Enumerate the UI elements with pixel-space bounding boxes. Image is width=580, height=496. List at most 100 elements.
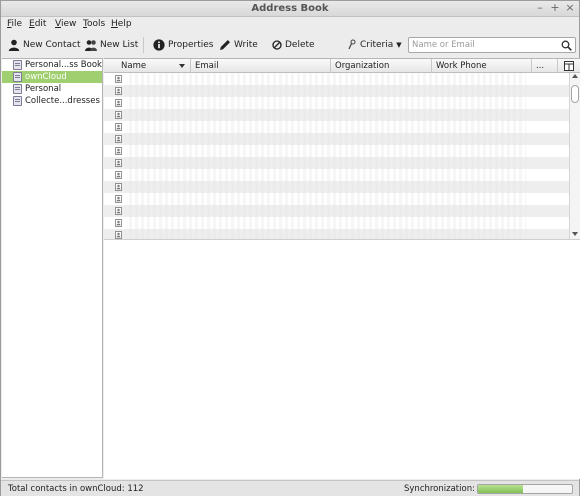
properties-label: Properties <box>168 40 214 50</box>
redacted-row-content <box>126 85 526 97</box>
table-row[interactable] <box>104 85 569 97</box>
search-input[interactable] <box>412 39 557 51</box>
table-row[interactable] <box>104 97 569 109</box>
scrollbar-thumb[interactable] <box>571 85 579 103</box>
chevron-down-icon: ▼ <box>396 41 402 49</box>
contact-icon <box>8 39 20 51</box>
new-list-label: New List <box>100 40 139 50</box>
card-icon <box>115 75 122 83</box>
table-row[interactable] <box>104 157 569 169</box>
address-book-icon <box>13 84 22 94</box>
address-book-icon <box>13 60 22 70</box>
total-contacts-status: Total contacts in ownCloud: 112 <box>8 484 144 494</box>
redacted-row-content <box>126 109 526 121</box>
column-divider[interactable] <box>190 59 191 73</box>
search-box[interactable] <box>408 37 576 53</box>
status-bar: Total contacts in ownCloud: 112 Synchron… <box>1 480 579 496</box>
table-row[interactable] <box>104 145 569 157</box>
column-header-email[interactable]: Email <box>195 61 219 71</box>
redacted-row-content <box>126 73 526 85</box>
column-picker-icon[interactable] <box>564 61 574 71</box>
column-divider[interactable] <box>531 59 532 73</box>
delete-button[interactable]: Delete <box>272 38 315 52</box>
column-divider <box>557 59 558 73</box>
card-icon <box>115 159 122 167</box>
menu-file[interactable]: File <box>7 19 22 29</box>
redacted-row-content <box>126 181 526 193</box>
table-row[interactable] <box>104 229 569 239</box>
column-header-more[interactable]: ... <box>536 61 544 71</box>
toolbar-separator <box>143 37 144 53</box>
title-bar: Address Book – + × <box>1 1 579 17</box>
table-row[interactable] <box>104 109 569 121</box>
table-row[interactable] <box>104 169 569 181</box>
new-contact-button[interactable]: New Contact <box>8 38 81 52</box>
card-icon <box>115 111 122 119</box>
menu-help[interactable]: Help <box>111 19 132 29</box>
new-list-button[interactable]: New List <box>85 38 138 52</box>
pencil-icon <box>219 39 231 51</box>
table-row[interactable] <box>104 205 569 217</box>
write-label: Write <box>234 40 258 50</box>
table-row[interactable] <box>104 193 569 205</box>
contacts-rows <box>104 73 569 239</box>
redacted-row-content <box>126 133 526 145</box>
close-button[interactable]: × <box>564 2 576 14</box>
address-book-window: Address Book – + × File Edit View Tools … <box>0 0 580 496</box>
card-icon <box>115 183 122 191</box>
address-book-icon <box>13 96 22 106</box>
address-book-label: Collecte...dresses <box>25 96 100 106</box>
card-icon <box>115 231 122 239</box>
minimize-button[interactable]: – <box>534 2 546 14</box>
menu-edit[interactable]: Edit <box>29 19 46 29</box>
criteria-dropdown[interactable]: Criteria ▼ <box>347 38 402 52</box>
address-book-label: Personal <box>25 84 62 94</box>
table-row[interactable] <box>104 133 569 145</box>
redacted-row-content <box>126 97 526 109</box>
table-row[interactable] <box>104 217 569 229</box>
redacted-row-content <box>126 193 526 205</box>
criteria-label: Criteria <box>360 40 394 50</box>
column-header-work-phone[interactable]: Work Phone <box>436 61 487 71</box>
sort-descending-icon <box>179 64 185 68</box>
redacted-row-content <box>126 121 526 133</box>
new-contact-label: New Contact <box>23 40 81 50</box>
column-divider[interactable] <box>330 59 331 73</box>
criteria-icon <box>347 39 357 51</box>
address-book-owncloud[interactable]: ownCloud <box>2 71 102 83</box>
list-icon <box>85 39 97 51</box>
table-row[interactable] <box>104 121 569 133</box>
scroll-up-arrow-icon[interactable] <box>572 74 578 78</box>
delete-label: Delete <box>285 40 315 50</box>
maximize-button[interactable]: + <box>549 2 561 14</box>
table-header: Name Email Organization Work Phone ... <box>104 59 580 73</box>
write-button[interactable]: Write <box>219 38 258 52</box>
address-book-personal-address-book[interactable]: Personal...ss Book <box>2 59 102 71</box>
redacted-row-content <box>126 145 526 157</box>
sync-progress-bar <box>477 484 573 494</box>
menu-view[interactable]: View <box>55 19 76 29</box>
menu-bar: File Edit View Tools Help <box>1 17 579 33</box>
table-row[interactable] <box>104 73 569 85</box>
redacted-row-content <box>126 217 526 229</box>
address-book-label: Personal...ss Book <box>25 60 102 70</box>
sync-label: Synchronization: <box>404 484 475 494</box>
menu-tools[interactable]: Tools <box>83 19 105 29</box>
redacted-row-content <box>126 169 526 181</box>
card-icon <box>115 171 122 179</box>
properties-button[interactable]: Properties <box>153 38 213 52</box>
redacted-row-content <box>126 229 526 239</box>
card-icon <box>115 87 122 95</box>
delete-icon <box>272 40 282 50</box>
scroll-down-arrow-icon[interactable] <box>572 232 578 236</box>
info-icon <box>153 39 165 51</box>
table-row[interactable] <box>104 181 569 193</box>
column-header-name[interactable]: Name <box>121 61 146 71</box>
search-icon[interactable] <box>561 40 572 51</box>
address-book-collected-addresses[interactable]: Collecte...dresses <box>2 95 102 107</box>
address-book-personal[interactable]: Personal <box>2 83 102 95</box>
column-header-organization[interactable]: Organization <box>335 61 389 71</box>
address-book-list: Personal...ss Book ownCloud Personal Col… <box>2 58 103 478</box>
column-divider[interactable] <box>431 59 432 73</box>
vertical-scrollbar[interactable] <box>569 73 580 239</box>
